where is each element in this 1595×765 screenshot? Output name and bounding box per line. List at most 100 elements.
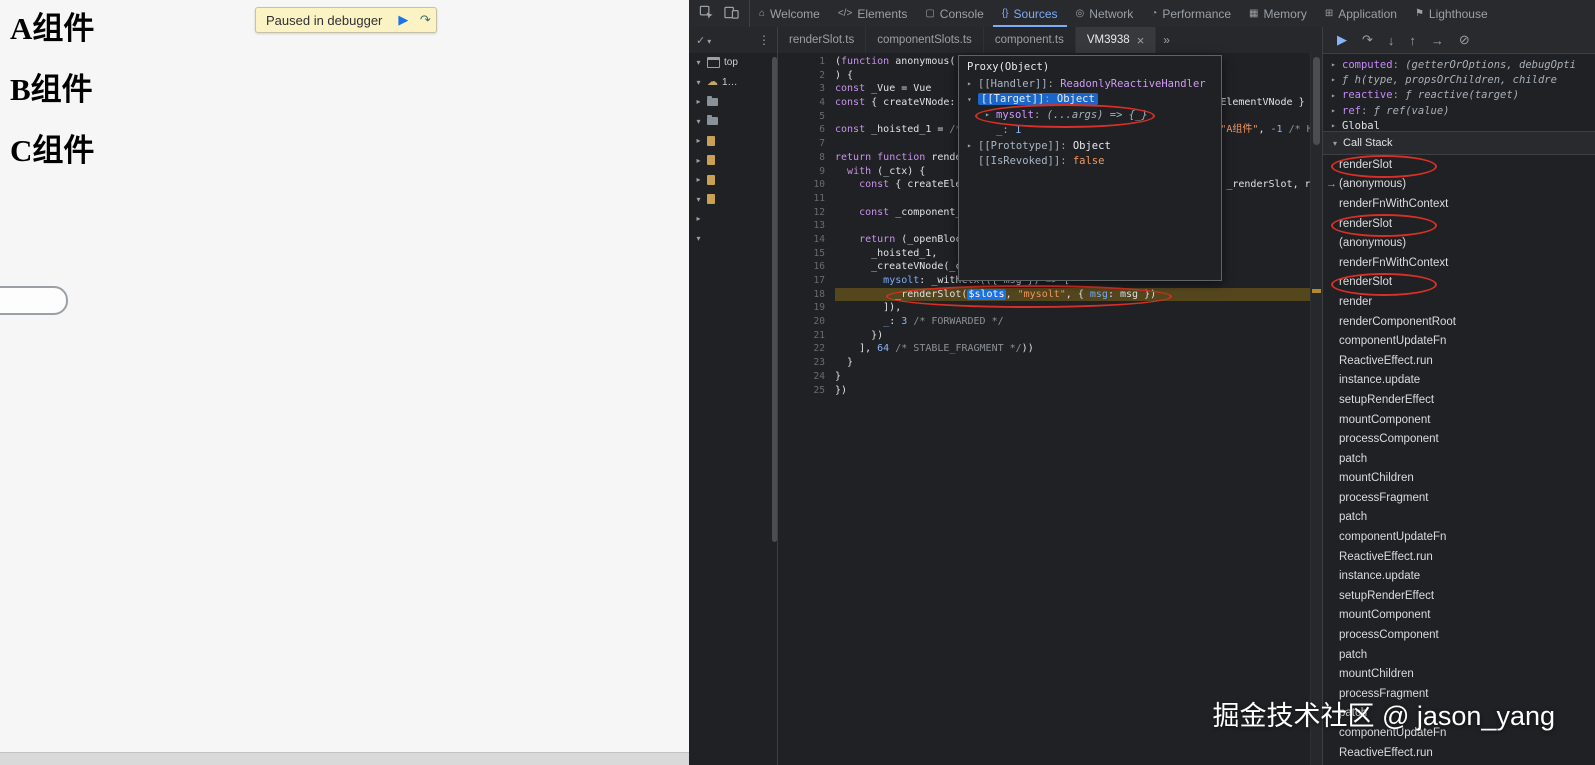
call-stack-frame[interactable]: componentUpdateFn bbox=[1323, 527, 1595, 547]
scope-row[interactable]: ▸ƒ h(type, propsOrChildren, childre bbox=[1323, 72, 1595, 87]
call-stack-frame[interactable]: (anonymous) bbox=[1323, 233, 1595, 253]
tab-welcome[interactable]: ⌂Welcome bbox=[750, 0, 829, 27]
popup-property-row[interactable]: ▾[[Target]]: Object bbox=[959, 92, 1221, 108]
file-tab-renderSlot.ts[interactable]: renderSlot.ts bbox=[778, 27, 866, 53]
popup-property-row[interactable]: _: 1 bbox=[959, 123, 1221, 139]
chevron-right-icon[interactable]: ▸ bbox=[967, 79, 978, 88]
navigator-tree-item[interactable]: ▸ bbox=[689, 151, 777, 171]
line-number[interactable]: 18 bbox=[778, 288, 835, 302]
chevron-down-icon[interactable]: ▾ bbox=[694, 117, 703, 126]
chevron-down-icon[interactable]: ▾ bbox=[967, 95, 978, 104]
line-number[interactable]: 23 bbox=[778, 356, 835, 370]
scrollbar-thumb[interactable] bbox=[1313, 57, 1320, 145]
call-stack-frame[interactable]: ReactiveEffect.run bbox=[1323, 743, 1595, 763]
navigator-tree-item[interactable]: ▾☁1… bbox=[689, 73, 777, 93]
step-over-icon[interactable]: ↷ bbox=[1362, 32, 1373, 48]
step-out-icon[interactable]: ↑ bbox=[1409, 33, 1416, 48]
call-stack-frame[interactable]: setupRenderEffect bbox=[1323, 390, 1595, 410]
line-number[interactable]: 3 bbox=[778, 82, 835, 96]
file-tab-componentSlots.ts[interactable]: componentSlots.ts bbox=[866, 27, 984, 53]
line-number[interactable]: 16 bbox=[778, 260, 835, 274]
tab-console[interactable]: ▢Console bbox=[916, 0, 992, 27]
call-stack-frame[interactable]: ReactiveEffect.run bbox=[1323, 351, 1595, 371]
line-number[interactable]: 22 bbox=[778, 342, 835, 356]
chevron-down-icon[interactable]: ▾ bbox=[694, 234, 703, 243]
chevron-down-icon[interactable]: ▾ bbox=[694, 195, 703, 204]
chevron-right-icon[interactable]: ▸ bbox=[1331, 75, 1342, 84]
line-number[interactable]: 14 bbox=[778, 233, 835, 247]
chevron-down-icon[interactable]: ▾ bbox=[694, 78, 703, 87]
navigator-tree-item[interactable]: ▾ bbox=[689, 229, 777, 249]
chevron-right-icon[interactable]: ▸ bbox=[1331, 91, 1342, 100]
call-stack-frame[interactable]: renderFnWithContext bbox=[1323, 253, 1595, 273]
tab-overflow-chevron[interactable]: » bbox=[1156, 27, 1177, 53]
line-number[interactable]: 15 bbox=[778, 247, 835, 261]
line-number[interactable]: 17 bbox=[778, 274, 835, 288]
tab-network[interactable]: ◎Network bbox=[1067, 0, 1143, 27]
call-stack-frame[interactable]: renderSlot bbox=[1323, 214, 1595, 234]
deactivate-breakpoints-icon[interactable]: ⊘ bbox=[1459, 32, 1470, 48]
call-stack-frame[interactable]: renderComponentRoot bbox=[1323, 312, 1595, 332]
line-number[interactable]: 1 bbox=[778, 55, 835, 69]
tab-elements[interactable]: </>Elements bbox=[829, 0, 917, 27]
tab-application[interactable]: ⊞Application bbox=[1316, 0, 1406, 27]
chevron-right-icon[interactable]: ▸ bbox=[694, 156, 703, 165]
line-number[interactable]: 6 bbox=[778, 123, 835, 137]
line-number[interactable]: 2 bbox=[778, 69, 835, 83]
navigator-tree-item[interactable]: ▾top bbox=[689, 53, 777, 73]
call-stack-frame[interactable]: renderFnWithContext bbox=[1323, 194, 1595, 214]
chevron-right-icon[interactable]: ▸ bbox=[1331, 106, 1342, 115]
tab-lighthouse[interactable]: ⚑Lighthouse bbox=[1406, 0, 1497, 27]
call-stack-frame[interactable]: patch bbox=[1323, 645, 1595, 665]
chevron-right-icon[interactable]: ▸ bbox=[694, 214, 703, 223]
call-stack-frame[interactable]: mountComponent bbox=[1323, 410, 1595, 430]
line-number[interactable]: 21 bbox=[778, 329, 835, 343]
file-tab-component.ts[interactable]: component.ts bbox=[984, 27, 1076, 53]
navigator-tree-item[interactable]: ▾ bbox=[689, 112, 777, 132]
call-stack-frame[interactable]: mountChildren bbox=[1323, 664, 1595, 684]
popup-property-row[interactable]: ▸[[Prototype]]: Object bbox=[959, 138, 1221, 154]
call-stack-header[interactable]: ▾ Call Stack bbox=[1323, 131, 1595, 155]
scope-row[interactable]: ▸reactive: ƒ reactive(target) bbox=[1323, 88, 1595, 103]
call-stack-frame[interactable]: patch bbox=[1323, 508, 1595, 528]
navigator-tree-item[interactable]: ▸ bbox=[689, 92, 777, 112]
call-stack-frame[interactable]: instance.update bbox=[1323, 371, 1595, 391]
chevron-right-icon[interactable]: ▸ bbox=[985, 110, 996, 119]
line-number[interactable]: 24 bbox=[778, 370, 835, 384]
navigator-scrollbar[interactable] bbox=[772, 57, 777, 542]
line-number[interactable]: 7 bbox=[778, 137, 835, 151]
tab-sources[interactable]: {}Sources bbox=[993, 0, 1067, 27]
line-number[interactable]: 4 bbox=[778, 96, 835, 110]
call-stack-frame[interactable]: renderSlot bbox=[1323, 155, 1595, 175]
banner-step-over-button[interactable]: ↷ bbox=[414, 12, 436, 28]
line-number[interactable]: 20 bbox=[778, 315, 835, 329]
navigator-tree-item[interactable]: ▸ bbox=[689, 209, 777, 229]
file-tab-VM3938[interactable]: VM3938× bbox=[1076, 27, 1156, 53]
navigator-tree-item[interactable]: ▾ bbox=[689, 190, 777, 210]
device-toolbar-icon[interactable] bbox=[724, 5, 739, 23]
banner-resume-button[interactable]: ▶ bbox=[392, 12, 414, 28]
call-stack-frame[interactable]: mountComponent bbox=[1323, 606, 1595, 626]
line-number[interactable]: 10 bbox=[778, 178, 835, 192]
line-number[interactable]: 5 bbox=[778, 110, 835, 124]
call-stack-frame[interactable]: instance.update bbox=[1323, 566, 1595, 586]
inspect-element-icon[interactable] bbox=[699, 5, 714, 23]
line-number[interactable]: 11 bbox=[778, 192, 835, 206]
line-number[interactable]: 8 bbox=[778, 151, 835, 165]
call-stack-frame[interactable]: render bbox=[1323, 292, 1595, 312]
call-stack-frame[interactable]: processFragment bbox=[1323, 488, 1595, 508]
close-icon[interactable]: × bbox=[1137, 33, 1145, 48]
line-number[interactable]: 25 bbox=[778, 384, 835, 398]
tab-memory[interactable]: ▦Memory bbox=[1240, 0, 1316, 27]
call-stack-frame[interactable]: processComponent bbox=[1323, 429, 1595, 449]
navigator-more-menu-icon[interactable]: ⋮ bbox=[758, 33, 770, 47]
line-number[interactable]: 19 bbox=[778, 301, 835, 315]
chevron-right-icon[interactable]: ▸ bbox=[1331, 121, 1342, 130]
editor-scrollbar[interactable] bbox=[1310, 53, 1322, 765]
chevron-down-icon[interactable]: ▾ bbox=[694, 58, 703, 67]
line-number[interactable]: 9 bbox=[778, 165, 835, 179]
line-number[interactable]: 12 bbox=[778, 206, 835, 220]
popup-property-row[interactable]: ▸mysolt: (...args) => {_} bbox=[959, 107, 1221, 123]
call-stack-frame[interactable]: renderSlot bbox=[1323, 273, 1595, 293]
call-stack-frame[interactable]: setupRenderEffect bbox=[1323, 586, 1595, 606]
